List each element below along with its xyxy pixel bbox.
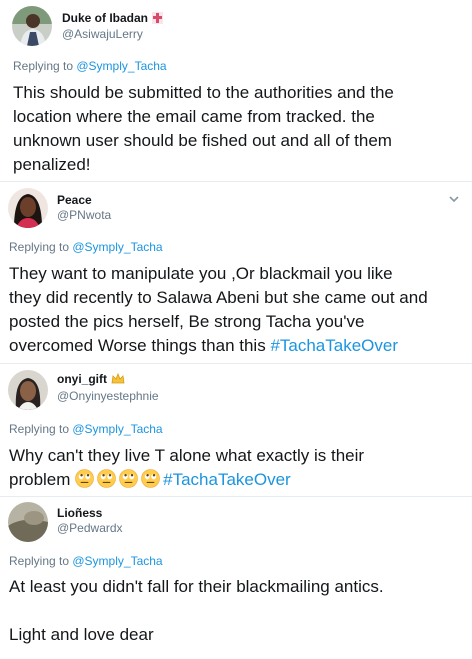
rolling-eyes-emoji-icon [97,469,116,488]
display-name[interactable]: Lioñess [57,506,102,520]
emoji-group [75,469,163,489]
mention-link[interactable]: @Symply_Tacha [76,59,166,73]
chevron-down-icon[interactable] [447,192,461,206]
display-name[interactable]: onyi_gift [57,372,125,388]
tweet-text: They want to manipulate you ,Or blackmai… [9,264,428,355]
replying-to: Replying to @Symply_Tacha [9,554,163,568]
cross-badge-icon [152,12,164,27]
hashtag-link[interactable]: #TachaTakeOver [270,336,398,355]
mention-link[interactable]: @Symply_Tacha [72,554,162,568]
tweet-1[interactable]: Duke of Ibadan @AsiwajuLerry Replying to… [0,0,472,181]
mention-link[interactable]: @Symply_Tacha [72,422,162,436]
avatar[interactable] [8,370,48,410]
tweet-3[interactable]: onyi_gift @Onyinyestephnie Replying to @… [0,364,472,496]
user-handle[interactable]: @AsiwajuLerry [62,27,143,41]
display-name[interactable]: Peace [57,193,92,207]
user-handle[interactable]: @Pedwardx [57,521,123,535]
rolling-eyes-emoji-icon [75,469,94,488]
crown-icon [111,372,125,388]
rolling-eyes-emoji-icon [119,469,138,488]
user-handle[interactable]: @PNwota [57,208,111,222]
avatar[interactable] [12,6,52,46]
tweet-text: At least you didn't fall for their black… [9,577,384,644]
tweet-4[interactable]: Lioñess @Pedwardx Replying to @Symply_Ta… [0,497,472,659]
mention-link[interactable]: @Symply_Tacha [72,240,162,254]
display-name[interactable]: Duke of Ibadan [62,11,164,27]
replying-to: Replying to @Symply_Tacha [9,240,163,254]
avatar[interactable] [8,188,48,228]
replying-to: Replying to @Symply_Tacha [13,59,167,73]
tweet-2[interactable]: Peace @PNwota Replying to @Symply_Tacha … [0,182,472,363]
user-handle[interactable]: @Onyinyestephnie [57,389,159,403]
tweet-text: This should be submitted to the authorit… [13,83,394,174]
replying-to: Replying to @Symply_Tacha [9,422,163,436]
tweet-text: Why can't they live T alone what exactly… [9,446,365,489]
avatar[interactable] [8,502,48,542]
hashtag-link[interactable]: #TachaTakeOver [163,470,291,489]
rolling-eyes-emoji-icon [141,469,160,488]
